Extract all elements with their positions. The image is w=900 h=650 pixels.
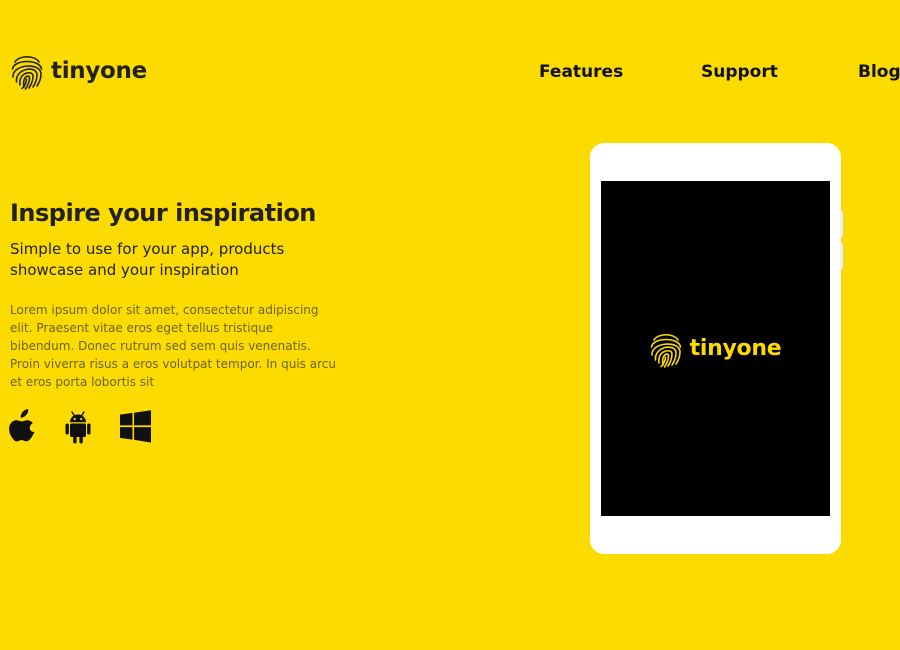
apple-icon[interactable]: [9, 408, 36, 442]
tablet-screen: tinyone: [601, 181, 830, 516]
fingerprint-icon: [648, 330, 684, 368]
nav-support-link[interactable]: Support: [701, 62, 778, 82]
android-icon[interactable]: [65, 410, 91, 444]
tablet-side-button: [840, 243, 843, 269]
tablet-side-button: [840, 211, 843, 237]
platform-links: [9, 408, 151, 444]
hero-subtitle: Simple to use for your app, products sho…: [10, 240, 285, 279]
windows-icon[interactable]: [120, 410, 151, 443]
brand-name: tinyone: [51, 58, 147, 84]
hero-description: Lorem ipsum dolor sit amet, consectetur …: [10, 303, 336, 389]
tablet-mockup: tinyone: [590, 143, 843, 554]
fingerprint-icon: [9, 52, 45, 90]
brand-logo[interactable]: tinyone: [9, 52, 147, 90]
nav-blog-link[interactable]: Blog: [858, 62, 900, 82]
hero-title: Inspire your inspiration: [10, 199, 316, 227]
nav-features-link[interactable]: Features: [539, 62, 623, 82]
screen-brand-logo: tinyone: [648, 330, 782, 368]
screen-brand-name: tinyone: [689, 336, 782, 361]
